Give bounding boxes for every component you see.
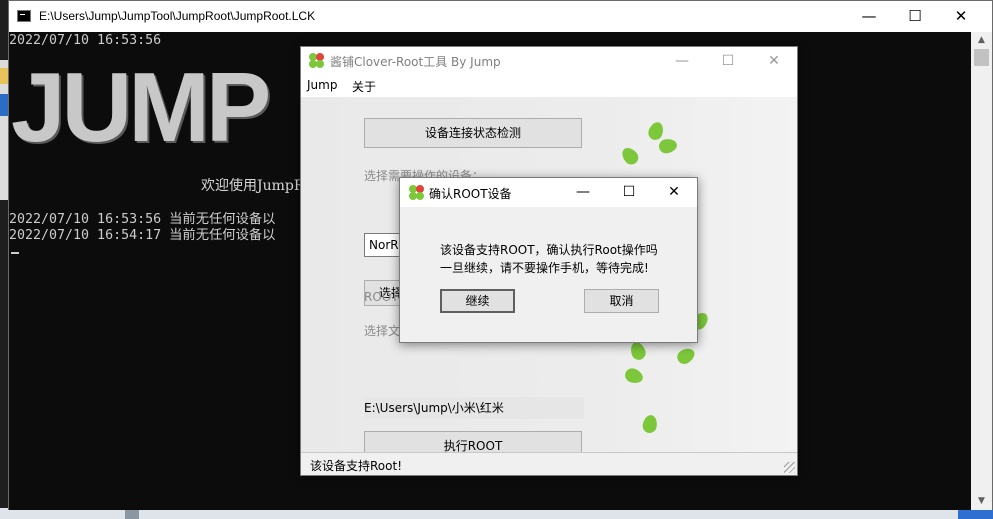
leaf-decoration <box>674 345 698 367</box>
root-label: ROOT <box>364 290 399 304</box>
scroll-thumb[interactable] <box>974 49 989 66</box>
console-log-line: 2022/07/10 16:54:17 当前无任何设备以 <box>9 228 276 243</box>
scroll-up-arrow-icon[interactable]: ▲ <box>971 32 992 49</box>
console-maximize-button[interactable]: ☐ <box>892 1 938 32</box>
cancel-button[interactable]: 取消 <box>584 289 659 313</box>
scroll-down-arrow-icon[interactable]: ▼ <box>971 493 992 510</box>
app-close-button[interactable]: ✕ <box>751 47 797 75</box>
select-file-label: 选择文 <box>364 324 401 338</box>
folder-icon <box>0 68 8 84</box>
console-close-button[interactable]: ✕ <box>938 1 984 32</box>
dialog-message-line1: 该设备支持ROOT，确认执行Root操作吗 <box>440 243 658 257</box>
leaf-decoration <box>628 340 648 362</box>
file-path-field[interactable]: E:\Users\Jump\小米\红米 <box>364 397 584 419</box>
menu-bar: Jump 关于 <box>301 75 797 97</box>
console-app-icon <box>17 10 31 22</box>
dialog-maximize-button[interactable]: ☐ <box>606 178 652 207</box>
app-minimize-button[interactable]: — <box>659 47 705 75</box>
ascii-banner: JUMP <box>11 52 271 162</box>
check-connection-button[interactable]: 设备连接状态检测 <box>364 118 582 148</box>
welcome-text: 欢迎使用JumpR <box>201 178 305 194</box>
continue-button[interactable]: 继续 <box>440 289 515 313</box>
app-title: 酱铺Clover-Root工具 By Jump <box>330 55 501 69</box>
console-title: E:\Users\Jump\JumpTool\JumpRoot\JumpRoot… <box>39 9 316 23</box>
dialog-title: 确认ROOT设备 <box>429 187 512 201</box>
dialog-titlebar[interactable]: 确认ROOT设备 — ☐ ✕ <box>400 178 697 207</box>
console-timestamp: 2022/07/10 16:53:56 <box>9 33 162 48</box>
leaf-decoration <box>618 144 642 168</box>
leaf-decoration <box>646 120 666 142</box>
console-scrollbar[interactable]: ▲ ▼ <box>971 32 992 510</box>
status-text: 该设备支持Root! <box>310 459 402 473</box>
device-select[interactable]: NorR <box>364 233 404 257</box>
dialog-message-line2: 一旦继续，请不要操作手机，等待完成! <box>440 261 649 275</box>
leaf-decoration <box>641 413 659 435</box>
clover-icon <box>309 53 325 69</box>
console-minimize-button[interactable]: — <box>846 1 892 32</box>
app-maximize-button[interactable]: ☐ <box>705 47 751 75</box>
leaf-decoration <box>657 137 679 155</box>
dialog-minimize-button[interactable]: — <box>560 178 606 207</box>
dialog-close-button[interactable]: ✕ <box>651 178 697 207</box>
console-titlebar[interactable]: E:\Users\Jump\JumpTool\JumpRoot\JumpRoot… <box>9 1 992 32</box>
menu-jump[interactable]: Jump <box>307 78 337 92</box>
leaf-decoration <box>623 366 645 386</box>
status-bar: 该设备支持Root! <box>301 452 797 475</box>
confirm-root-dialog: 确认ROOT设备 — ☐ ✕ 该设备支持ROOT，确认执行Root操作吗 一旦继… <box>399 177 698 343</box>
menu-about[interactable]: 关于 <box>352 78 376 95</box>
desktop-edge <box>0 60 8 200</box>
text-cursor <box>11 252 19 254</box>
app-titlebar[interactable]: 酱铺Clover-Root工具 By Jump — ☐ ✕ <box>301 47 797 75</box>
file-icon <box>0 94 8 116</box>
clover-icon <box>409 185 425 201</box>
resize-grip-icon[interactable] <box>784 462 795 473</box>
